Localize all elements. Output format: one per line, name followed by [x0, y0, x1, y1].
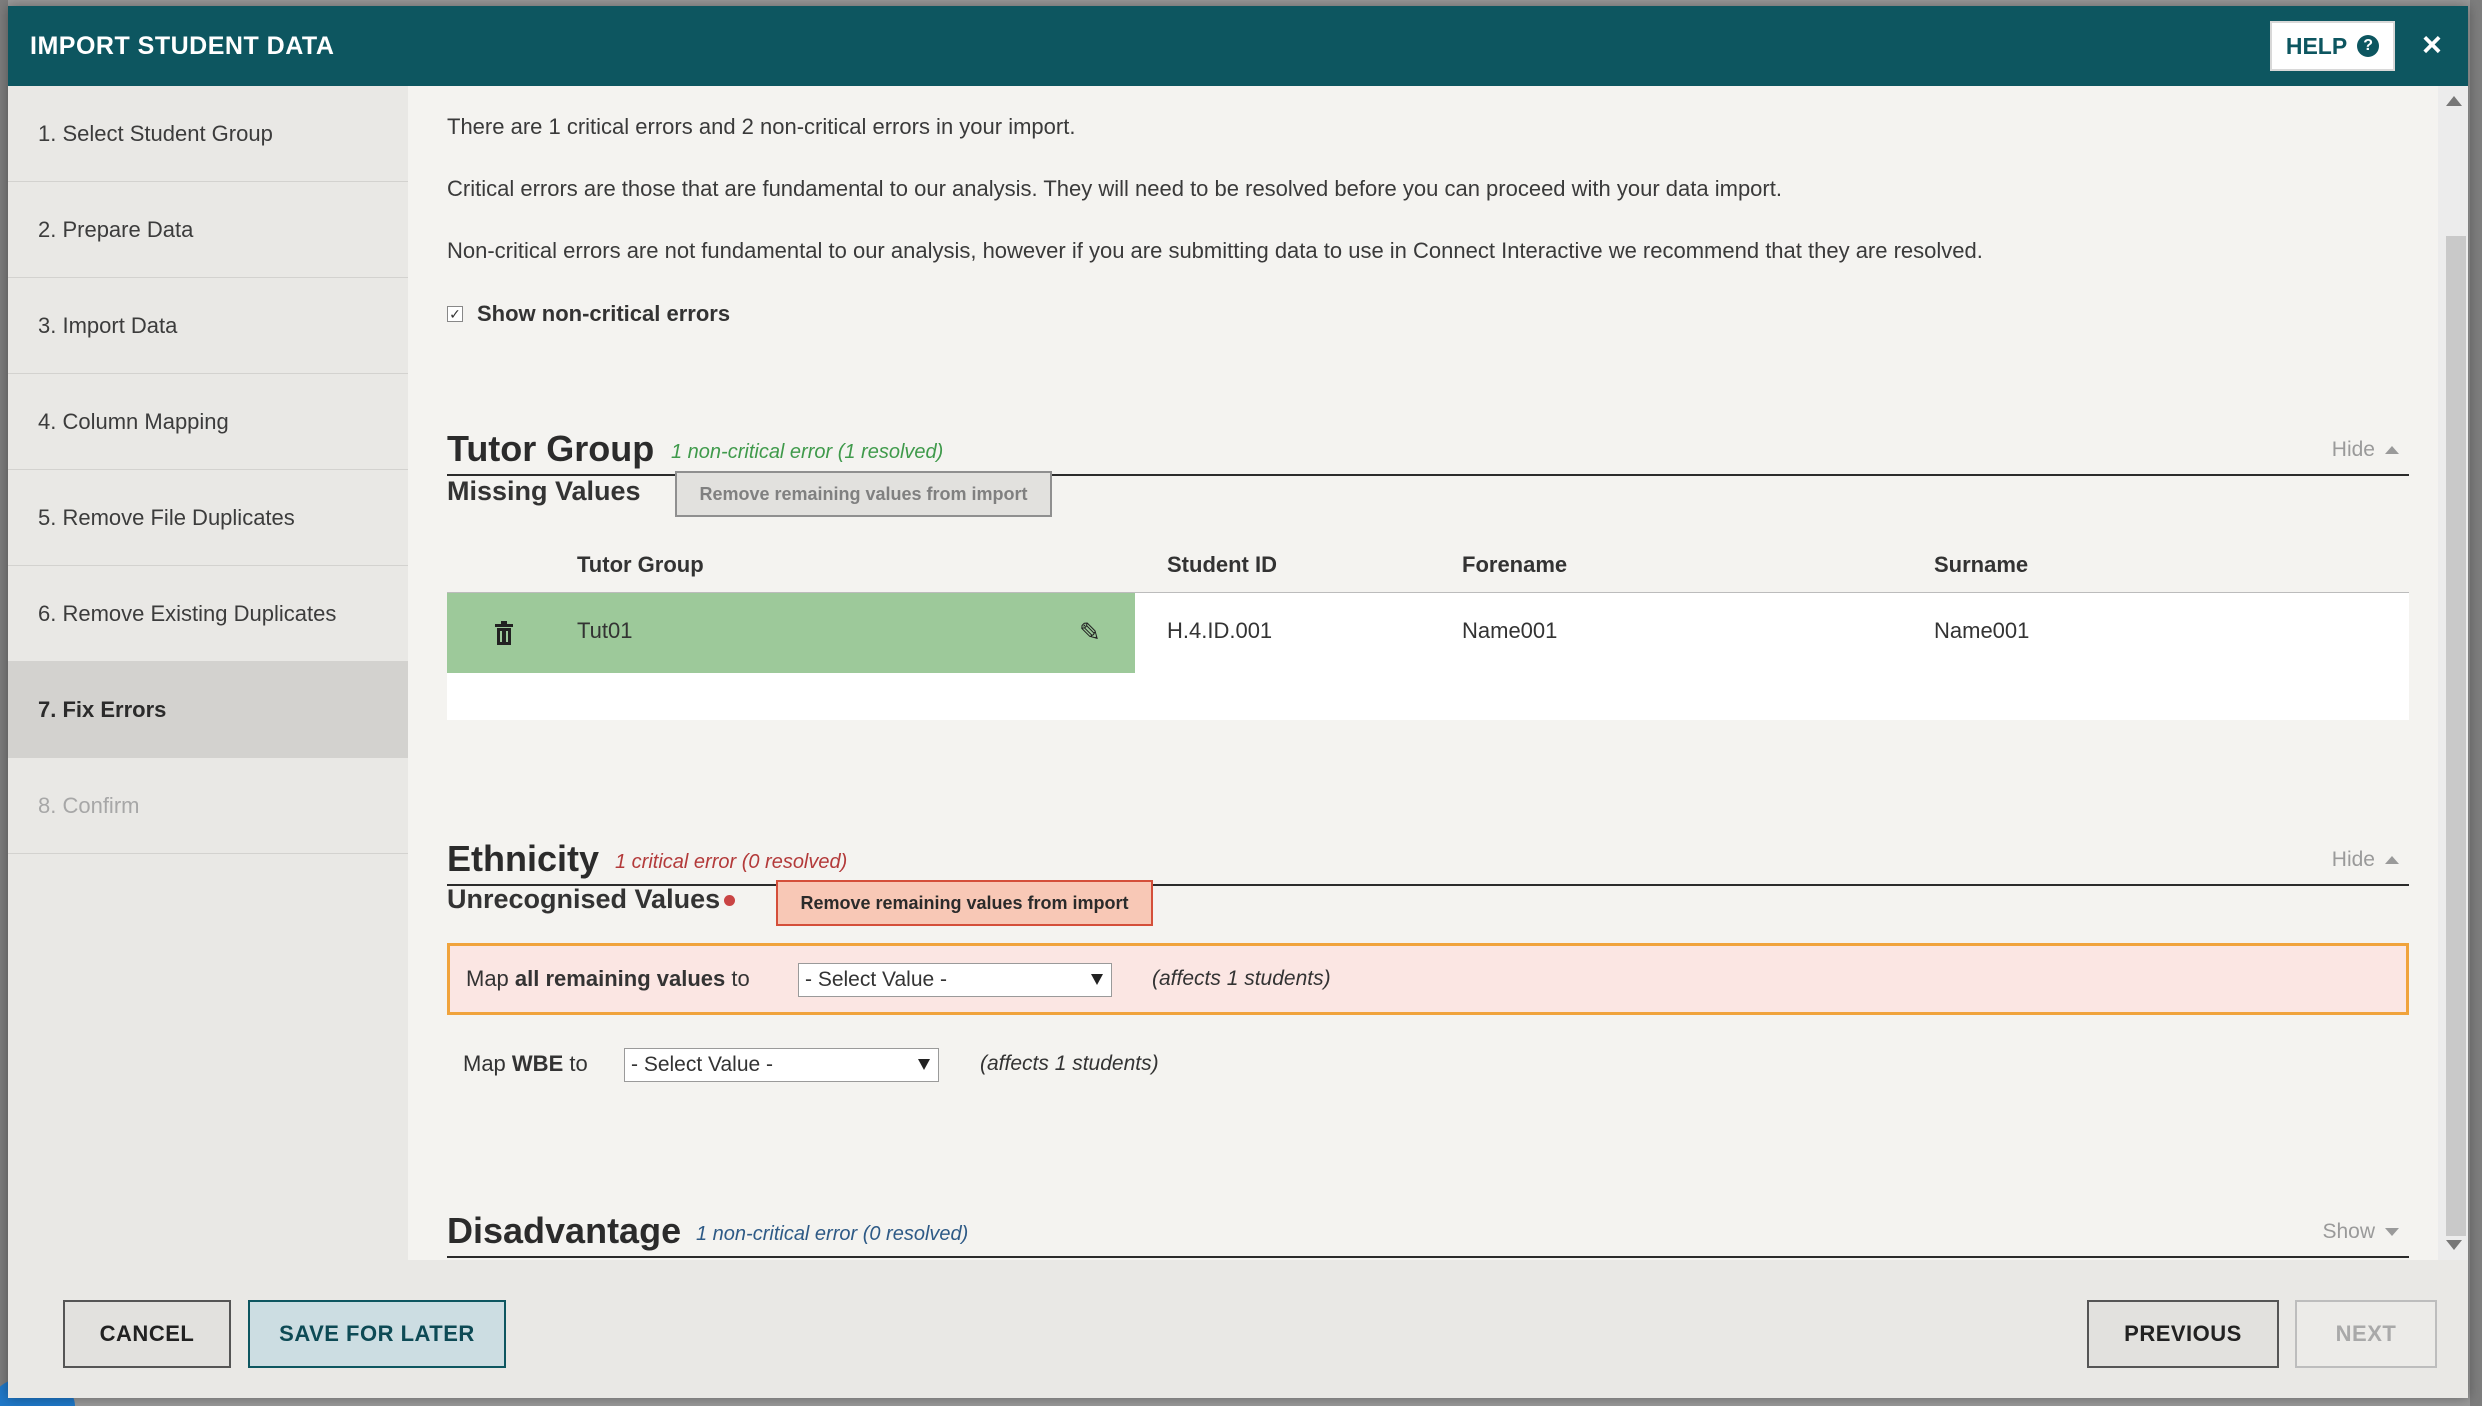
background-page-edge-right	[2470, 0, 2482, 1406]
next-button: NEXT	[2295, 1300, 2437, 1368]
unrecognised-values-title: Unrecognised Values	[447, 884, 721, 914]
close-icon[interactable]: ×	[2422, 28, 2442, 62]
content-scrollbar[interactable]	[2438, 86, 2468, 1260]
table-footer-space	[447, 673, 2409, 720]
import-student-data-modal: IMPORT STUDENT DATA HELP ? × 1. Select S…	[8, 6, 2468, 1398]
question-circle-icon: ?	[2357, 35, 2380, 57]
section-status: 1 non-critical error (1 resolved)	[671, 441, 944, 463]
critical-errors-description: Critical errors are those that are funda…	[447, 176, 1782, 201]
scroll-thumb[interactable]	[2446, 236, 2466, 1236]
hide-toggle[interactable]: Hide	[2332, 438, 2399, 462]
show-non-critical-toggle[interactable]: ✓ Show non-critical errors	[447, 301, 730, 327]
section-status: 1 non-critical error (0 resolved)	[696, 1223, 969, 1245]
column-header-surname: Surname	[1934, 552, 2029, 577]
caret-up-icon	[2385, 856, 2399, 864]
column-header-tutor-group: Tutor Group	[577, 552, 704, 577]
trash-icon[interactable]	[493, 621, 515, 645]
select-value: - Select Value -	[805, 968, 948, 991]
help-button[interactable]: HELP ?	[2270, 21, 2395, 71]
show-non-critical-label: Show non-critical errors	[477, 301, 731, 326]
modal-footer: CANCEL SAVE FOR LATER PREVIOUS NEXT	[8, 1260, 2468, 1398]
previous-button[interactable]: PREVIOUS	[2087, 1300, 2279, 1368]
step-remove-existing-duplicates[interactable]: 6. Remove Existing Duplicates	[8, 566, 408, 662]
step-column-mapping[interactable]: 4. Column Mapping	[8, 374, 408, 470]
step-import-data[interactable]: 3. Import Data	[8, 278, 408, 374]
step-select-student-group[interactable]: 1. Select Student Group	[8, 86, 408, 182]
show-label: Show	[2322, 1220, 2375, 1243]
show-toggle[interactable]: Show	[2322, 1220, 2399, 1244]
surname-value: Name001	[1934, 618, 2030, 643]
step-fix-errors[interactable]: 7. Fix Errors	[8, 662, 408, 758]
tutor-group-section-header: Tutor Group 1 non-critical error (1 reso…	[447, 424, 2409, 476]
forename-value: Name001	[1462, 618, 1558, 643]
wizard-steps-sidebar: 1. Select Student Group 2. Prepare Data …	[8, 86, 408, 1260]
pencil-icon[interactable]: ✎	[1079, 617, 1101, 648]
hide-toggle[interactable]: Hide	[2332, 848, 2399, 872]
section-status: 1 critical error (0 resolved)	[615, 851, 848, 873]
scroll-up-icon[interactable]	[2446, 96, 2462, 106]
step-prepare-data[interactable]: 2. Prepare Data	[8, 182, 408, 278]
map-all-select[interactable]: - Select Value -	[798, 963, 1112, 997]
disadvantage-section-header: Disadvantage 1 non-critical error (0 res…	[447, 1206, 2409, 1258]
affects-count: (affects 1 students)	[1152, 967, 1331, 990]
modal-header: IMPORT STUDENT DATA HELP ? ×	[8, 6, 2468, 86]
caret-down-icon	[2385, 1228, 2399, 1236]
section-title: Ethnicity	[447, 838, 600, 879]
fix-errors-content: There are 1 critical errors and 2 non-cr…	[408, 86, 2438, 1260]
scroll-down-icon[interactable]	[2446, 1240, 2462, 1250]
tutor-group-value: Tut01	[577, 618, 633, 643]
ethnicity-section-header: Ethnicity 1 critical error (0 resolved) …	[447, 834, 2409, 886]
student-id-value: H.4.ID.001	[1167, 618, 1273, 643]
modal-title: IMPORT STUDENT DATA	[30, 32, 335, 60]
step-remove-file-duplicates[interactable]: 5. Remove File Duplicates	[8, 470, 408, 566]
map-wbe-label: Map WBE to	[463, 1051, 588, 1076]
step-confirm: 8. Confirm	[8, 758, 408, 854]
show-non-critical-checkbox[interactable]: ✓	[447, 306, 463, 322]
save-for-later-button[interactable]: SAVE FOR LATER	[248, 1300, 506, 1368]
dropdown-arrow-icon	[1091, 974, 1103, 985]
missing-values-title: Missing Values	[447, 476, 641, 506]
map-all-values-row: Map all remaining values to - Select Val…	[447, 943, 2409, 1015]
non-critical-errors-description: Non-critical errors are not fundamental …	[447, 238, 1983, 263]
map-wbe-select[interactable]: - Select Value -	[624, 1048, 939, 1082]
remove-values-button[interactable]: Remove remaining values from import	[675, 471, 1052, 517]
hide-label: Hide	[2331, 438, 2375, 461]
remove-values-button[interactable]: Remove remaining values from import	[776, 880, 1153, 926]
column-header-student-id: Student ID	[1167, 552, 1277, 577]
error-summary: There are 1 critical errors and 2 non-cr…	[447, 114, 1076, 139]
dropdown-arrow-icon	[918, 1059, 930, 1070]
column-header-forename: Forename	[1462, 552, 1568, 577]
caret-up-icon	[2385, 446, 2399, 454]
affects-count: (affects 1 students)	[980, 1052, 1159, 1075]
help-label: HELP	[2285, 32, 2348, 59]
background-page-edge	[0, 0, 8, 1406]
cancel-button[interactable]: CANCEL	[63, 1300, 231, 1368]
critical-indicator-icon	[724, 895, 735, 906]
table-row: Tut01 ✎ H.4.ID.001 Name001 Name001	[447, 593, 2409, 673]
resolved-cell: Tut01 ✎	[447, 593, 1135, 673]
select-value: - Select Value -	[631, 1053, 774, 1076]
section-title: Tutor Group	[447, 428, 655, 469]
hide-label: Hide	[2331, 848, 2375, 871]
map-all-label: Map all remaining values to	[466, 966, 750, 991]
section-title: Disadvantage	[447, 1210, 682, 1251]
